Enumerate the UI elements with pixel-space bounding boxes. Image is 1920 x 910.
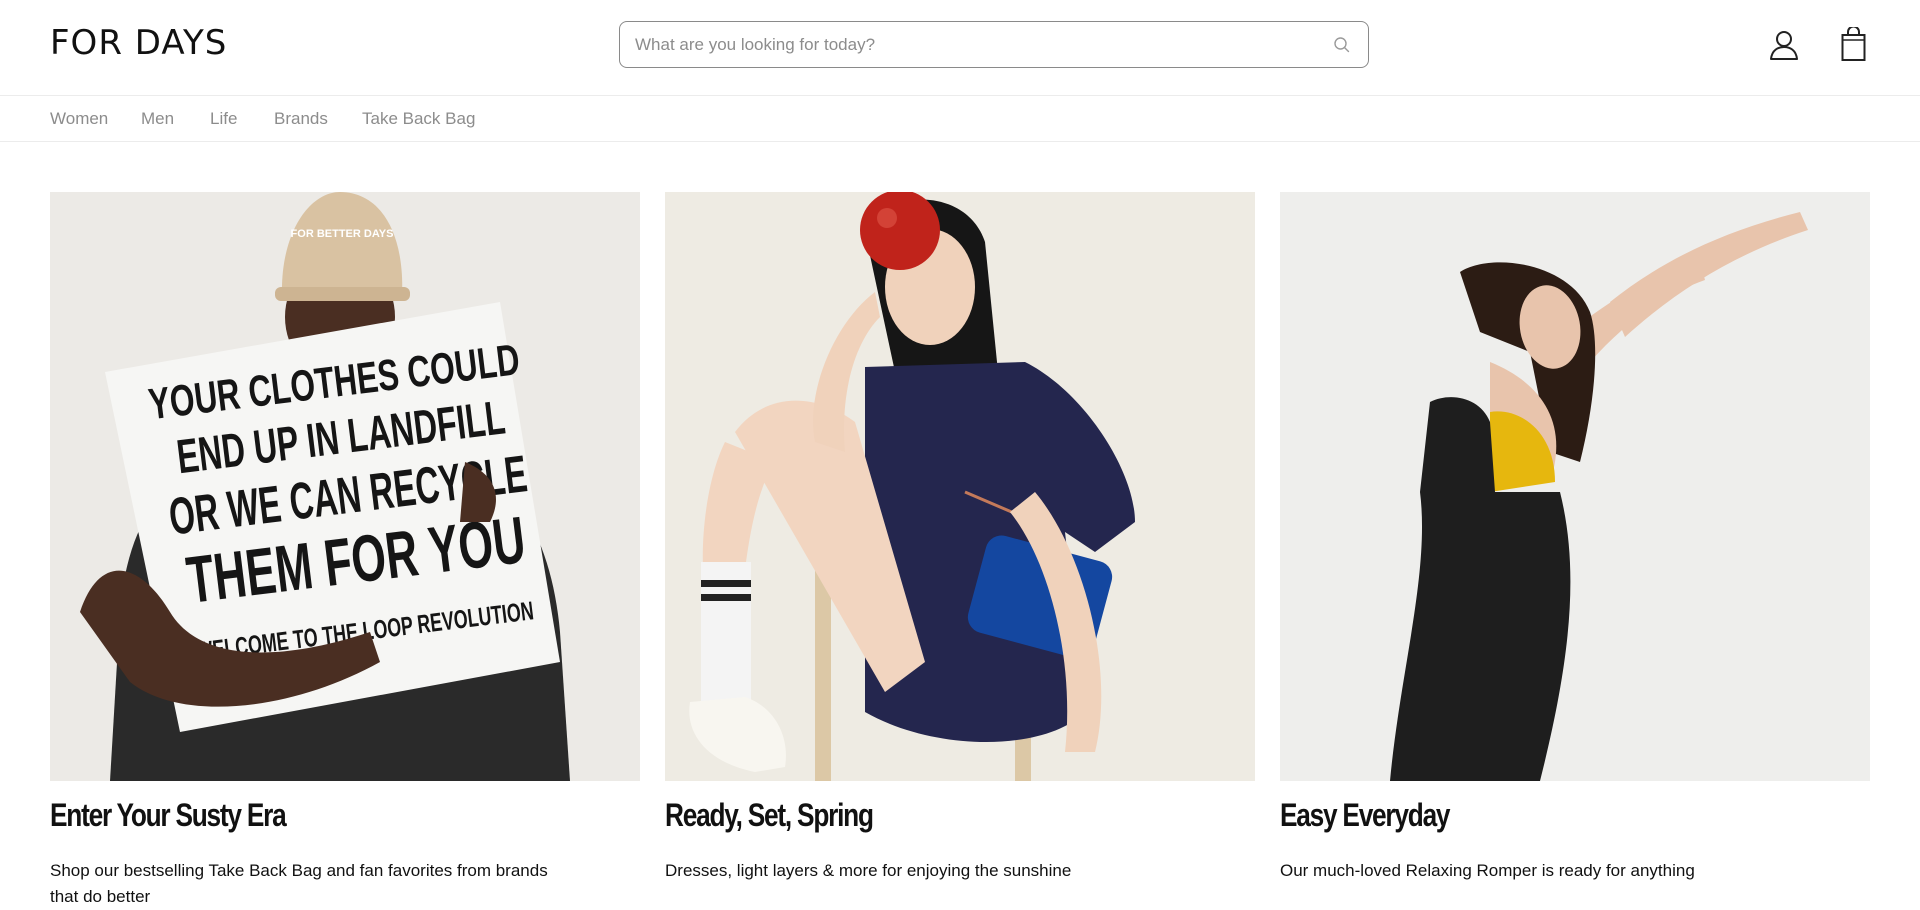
- card-title[interactable]: Enter Your Susty Era: [50, 797, 287, 834]
- account-icon[interactable]: [1768, 30, 1800, 60]
- nav-item-women[interactable]: Women: [50, 109, 108, 129]
- site-header: FOR DAYS: [0, 0, 1920, 96]
- main-nav: Women Men Life Brands Take Back Bag: [0, 96, 1920, 142]
- nav-item-take-back-bag[interactable]: Take Back Bag: [362, 109, 475, 129]
- nav-item-men[interactable]: Men: [141, 109, 174, 129]
- logo[interactable]: FOR DAYS: [50, 26, 227, 60]
- card-description: Shop our bestselling Take Back Bag and f…: [50, 861, 548, 906]
- shopping-bag-icon[interactable]: [1841, 27, 1866, 62]
- card-title[interactable]: Easy Everyday: [1280, 797, 1451, 834]
- card-description: Dresses, light layers & more for enjoyin…: [665, 861, 1072, 880]
- promo-card-take-back-bag[interactable]: FOR BETTER DAYS YOUR CLOTHES COULD END U…: [50, 192, 640, 906]
- card-description: Our much-loved Relaxing Romper is ready …: [1280, 861, 1695, 880]
- promo-card-everyday[interactable]: Easy Everyday Our much-loved Relaxing Ro…: [1280, 192, 1870, 880]
- model-with-apple-illustration: [665, 192, 1255, 781]
- promo-card-spring[interactable]: Ready, Set, Spring Dresses, light layers…: [665, 192, 1255, 880]
- cap-text: FOR BETTER DAYS: [291, 228, 394, 240]
- model-stretching-illustration: [1280, 192, 1870, 781]
- search-box[interactable]: [619, 21, 1369, 68]
- everyday-romper-image[interactable]: [1280, 192, 1870, 781]
- spring-collection-image[interactable]: [665, 192, 1255, 781]
- take-back-bag-image[interactable]: FOR BETTER DAYS YOUR CLOTHES COULD END U…: [50, 192, 640, 781]
- card-title[interactable]: Ready, Set, Spring: [665, 797, 874, 834]
- nav-item-life[interactable]: Life: [210, 109, 237, 129]
- model-holding-bag-illustration: FOR BETTER DAYS YOUR CLOTHES COULD END U…: [50, 192, 640, 781]
- search-icon[interactable]: [1332, 35, 1352, 55]
- nav-item-brands[interactable]: Brands: [274, 109, 328, 129]
- search-input[interactable]: [633, 22, 1313, 67]
